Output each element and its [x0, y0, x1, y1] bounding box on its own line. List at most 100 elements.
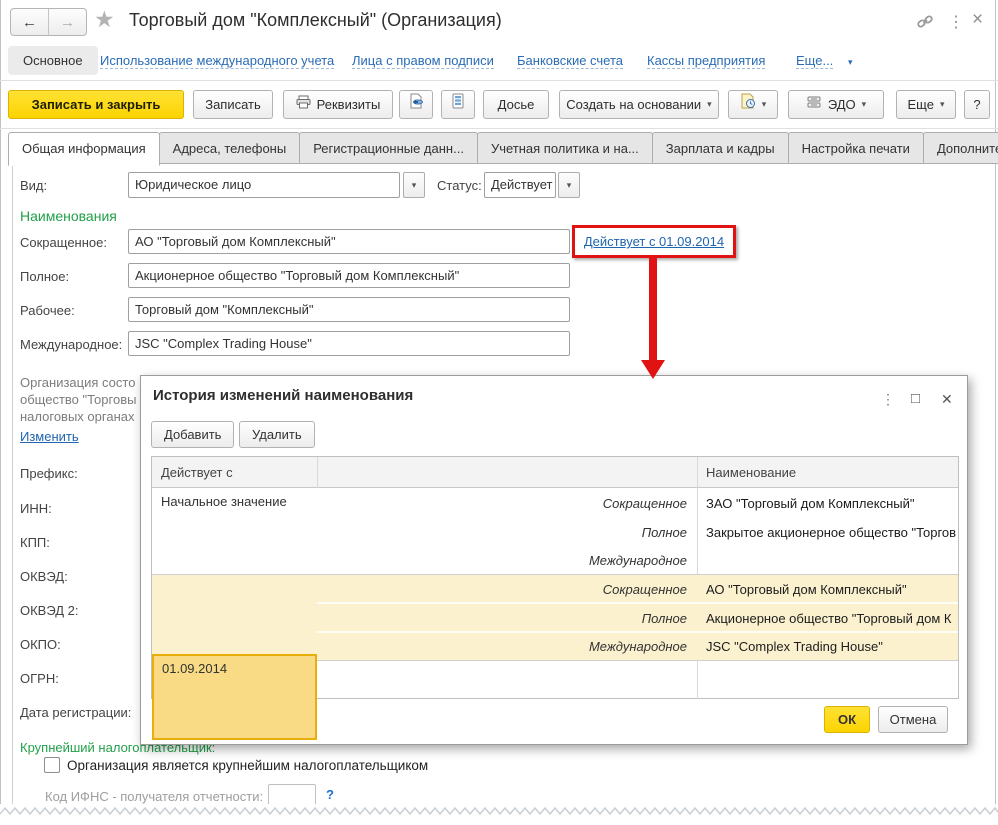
change-link[interactable]: Изменить [20, 429, 79, 444]
history-link[interactable]: Действует с 01.09.2014 [584, 234, 724, 249]
toolbar-more-label: Еще [907, 97, 934, 112]
column-header-valid-from: Действует с [161, 465, 233, 480]
tab-payroll-hr[interactable]: Зарплата и кадры [651, 132, 789, 164]
status-dropdown-icon[interactable]: ▾ [558, 172, 580, 198]
full-name-field[interactable]: Акционерное общество "Торговый дом Компл… [128, 263, 570, 288]
edo-label: ЭДО [827, 97, 856, 112]
history-row-initial[interactable]: Начальное значение Сокращенное ЗАО "Торг… [152, 488, 958, 574]
requisites-button[interactable]: Реквизиты [283, 90, 393, 119]
history-link-highlight-box: Действует с 01.09.2014 [572, 225, 736, 258]
forward-icon: → [60, 13, 75, 31]
selected-date-cell[interactable]: 01.09.2014 [152, 654, 317, 740]
history-row-2014[interactable]: Сокращенное АО "Торговый дом Комплексный… [152, 575, 958, 660]
short-name-field[interactable]: АО "Торговый дом Комплексный" [128, 229, 570, 254]
tab-addresses[interactable]: Адреса, телефоны [158, 132, 301, 164]
create-based-caret-icon: ▾ [707, 99, 712, 109]
delete-button[interactable]: Удалить [239, 421, 315, 448]
registration-date-label: Дата регистрации: [20, 705, 132, 720]
help-button[interactable]: ? [964, 90, 990, 119]
ok-button[interactable]: ОК [824, 706, 870, 733]
tab-general-info[interactable]: Общая информация [8, 132, 160, 166]
vid-label: Вид: [20, 178, 48, 193]
ifns-code-label: Код ИФНС - получателя отчетности: [45, 789, 264, 804]
link-icon[interactable] [916, 13, 934, 34]
dialog-close-icon[interactable]: ✕ [941, 391, 953, 408]
largest-taxpayer-checkbox[interactable] [44, 757, 60, 773]
toolbar-separator [0, 128, 998, 129]
working-name-label: Рабочее: [20, 303, 75, 318]
tab-registration-data[interactable]: Регистрационные данн... [299, 132, 478, 164]
stacked-list-icon [451, 91, 465, 118]
vid-field[interactable]: Юридическое лицо [128, 172, 400, 198]
name-value-cell[interactable]: Акционерное общество "Торговый дом К [697, 611, 958, 626]
edo-button[interactable]: ЭДО ▾ [788, 90, 884, 119]
org-note-line: общество "Торговы [20, 392, 137, 407]
save-label: Записать [205, 97, 261, 112]
help-label: ? [973, 97, 981, 112]
document-import-icon [408, 91, 424, 118]
annotation-arrow [649, 258, 657, 360]
status-field[interactable]: Действует [484, 172, 556, 198]
tab-print-settings[interactable]: Настройка печати [787, 132, 924, 164]
name-value-cell[interactable]: Закрытое акционерное общество "Торгов [697, 525, 958, 540]
toolbar-more-caret-icon: ▾ [939, 99, 945, 109]
kpp-label: КПП: [20, 535, 50, 550]
create-based-on-label: Создать на основании [566, 97, 702, 112]
short-name-label: Сокращенное: [20, 235, 107, 250]
back-button[interactable]: ← [11, 9, 48, 35]
ifns-help-icon[interactable]: ? [326, 787, 334, 802]
nav-link-signatories[interactable]: Лица с правом подписи [352, 53, 494, 69]
structure-icon-button[interactable] [441, 90, 475, 119]
cancel-button[interactable]: Отмена [878, 706, 948, 733]
valid-from-cell[interactable]: Начальное значение [152, 488, 317, 515]
name-history-dialog: История изменений наименования ⋮ □ ✕ Доб… [140, 375, 968, 745]
window-right-border [995, 0, 996, 810]
nav-link-international-accounting[interactable]: Использование международного учета [100, 53, 335, 69]
name-kind-label: Сокращенное [602, 582, 687, 597]
name-value-cell[interactable]: АО "Торговый дом Комплексный" [697, 582, 958, 597]
history-nav-buttons: ← → [10, 8, 87, 36]
column-header-name: Наименование [706, 465, 797, 480]
dialog-maximize-icon[interactable]: □ [911, 390, 920, 407]
prefix-label: Префикс: [20, 466, 78, 481]
okpo-label: ОКПО: [20, 637, 61, 652]
name-kind-label: Полное [641, 525, 687, 540]
dialog-more-dots-icon[interactable]: ⋮ [881, 391, 895, 408]
save-button[interactable]: Записать [193, 90, 273, 119]
add-button[interactable]: Добавить [151, 421, 235, 448]
more-dots-icon[interactable]: ⋮ [948, 12, 964, 32]
inn-label: ИНН: [20, 501, 52, 516]
tab-additional[interactable]: Дополнительно [922, 132, 998, 164]
largest-taxpayer-checkbox-label: Организация является крупнейшим налогопл… [67, 758, 429, 773]
window-close-icon[interactable]: × [972, 9, 983, 31]
nav-more-caret-icon[interactable]: ▾ [848, 57, 853, 68]
okved-label: ОКВЭД: [20, 569, 68, 584]
history-table[interactable]: Действует с Наименование Начальное значе… [151, 456, 959, 740]
okved2-label: ОКВЭД 2: [20, 603, 79, 618]
favorite-star-icon[interactable]: ★ [94, 6, 115, 33]
nav-link-more[interactable]: Еще... [796, 53, 834, 69]
toolbar-more-button[interactable]: Еще ▾ [896, 90, 956, 119]
forward-button[interactable]: → [48, 9, 86, 35]
name-value-cell[interactable]: JSC "Complex Trading House" [697, 639, 958, 654]
edo-icon [806, 91, 822, 118]
org-note-line: Организация состо [20, 375, 136, 390]
load-data-icon-button[interactable] [399, 90, 433, 119]
international-name-field[interactable]: JSC "Complex Trading House" [128, 331, 570, 356]
create-based-on-button[interactable]: Создать на основании ▾ [559, 90, 719, 119]
vid-dropdown-icon[interactable]: ▾ [403, 172, 425, 198]
document-clock-icon-button[interactable]: ▾ [728, 90, 778, 119]
status-label: Статус: [437, 178, 482, 193]
nav-link-cash-desks[interactable]: Кассы предприятия [647, 53, 766, 69]
name-kind-label: Полное [641, 611, 687, 626]
dossier-button[interactable]: Досье [483, 90, 549, 119]
nav-link-bank-accounts[interactable]: Банковские счета [517, 53, 624, 69]
full-name-label: Полное: [20, 269, 70, 284]
name-value-cell[interactable]: ЗАО "Торговый дом Комплексный" [697, 496, 958, 511]
save-and-close-button[interactable]: Записать и закрыть [8, 90, 184, 119]
tab-accounting-policy[interactable]: Учетная политика и на... [476, 132, 653, 164]
name-kind-label: Сокращенное [602, 496, 687, 511]
working-name-field[interactable]: Торговый дом "Комплексный" [128, 297, 570, 322]
nav-item-main[interactable]: Основное [8, 46, 98, 75]
subrow-separator [317, 602, 958, 604]
